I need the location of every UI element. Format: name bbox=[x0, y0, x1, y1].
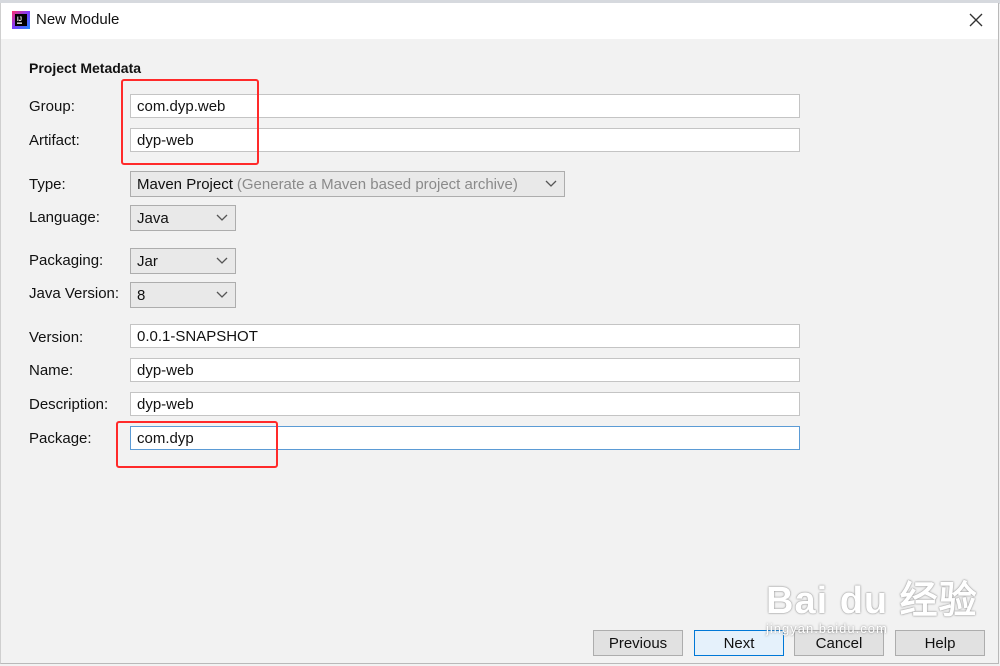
java-version-label: Java Version: bbox=[29, 285, 120, 302]
language-dropdown[interactable]: Java bbox=[130, 205, 236, 231]
chevron-down-icon bbox=[216, 214, 228, 221]
baidu-watermark: Bai du 经验 jingyan.baidu.com bbox=[766, 561, 996, 651]
type-value: Maven Project bbox=[137, 175, 233, 193]
version-label: Version: bbox=[29, 329, 84, 346]
highlight-box-package bbox=[116, 421, 278, 468]
language-label: Language: bbox=[29, 209, 100, 226]
section-header-project-metadata: Project Metadata bbox=[29, 60, 142, 76]
type-label: Type: bbox=[29, 176, 66, 193]
java-version-value: 8 bbox=[137, 286, 146, 304]
new-module-dialog: IJ New Module Project Metadata Group: Ar… bbox=[0, 3, 999, 664]
package-label: Package: bbox=[29, 430, 92, 447]
artifact-label: Artifact: bbox=[29, 132, 80, 149]
name-field[interactable] bbox=[130, 358, 800, 382]
title-bar: IJ New Module bbox=[1, 3, 998, 39]
java-version-dropdown[interactable]: 8 bbox=[130, 282, 236, 308]
previous-button[interactable]: Previous bbox=[593, 630, 683, 656]
packaging-value: Jar bbox=[137, 252, 158, 270]
language-value: Java bbox=[137, 209, 169, 227]
name-label: Name: bbox=[29, 362, 74, 379]
dialog-title: New Module bbox=[36, 11, 120, 28]
version-field[interactable] bbox=[130, 324, 800, 348]
watermark-logo-text: Bai du 经验 bbox=[766, 580, 978, 622]
description-field[interactable] bbox=[130, 392, 800, 416]
chevron-down-icon bbox=[545, 180, 557, 187]
intellij-app-icon: IJ bbox=[12, 11, 30, 29]
close-icon[interactable] bbox=[964, 8, 988, 32]
packaging-dropdown[interactable]: Jar bbox=[130, 248, 236, 274]
chevron-down-icon bbox=[216, 257, 228, 264]
type-hint: (Generate a Maven based project archive) bbox=[236, 175, 518, 193]
packaging-label: Packaging: bbox=[29, 252, 104, 269]
watermark-url: jingyan.baidu.com bbox=[766, 621, 888, 636]
highlight-box-group-artifact bbox=[121, 79, 259, 165]
description-label: Description: bbox=[29, 396, 109, 413]
chevron-down-icon bbox=[216, 291, 228, 298]
group-label: Group: bbox=[29, 98, 75, 115]
svg-text:IJ: IJ bbox=[17, 17, 22, 23]
type-dropdown[interactable]: Maven Project (Generate a Maven based pr… bbox=[130, 171, 565, 197]
